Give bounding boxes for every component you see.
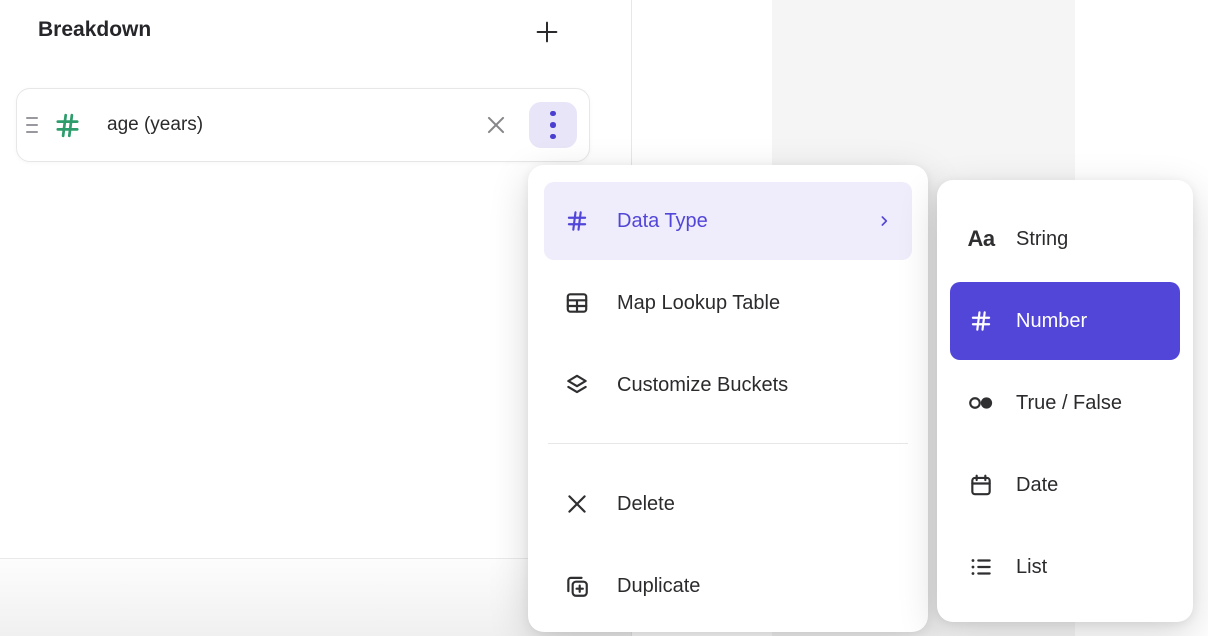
submenu-item-number[interactable]: Number [950, 282, 1180, 360]
close-icon [483, 112, 509, 138]
menu-item-delete[interactable]: Delete [544, 465, 912, 543]
add-breakdown-button[interactable] [530, 15, 564, 49]
boolean-circles-icon [965, 390, 997, 416]
menu-item-label: Duplicate [617, 575, 700, 598]
submenu-item-label: Number [1016, 310, 1087, 333]
menu-item-label: Delete [617, 493, 675, 516]
string-aa-icon: Aa [965, 226, 997, 252]
copy-plus-icon [564, 573, 590, 599]
submenu-item-list[interactable]: List [950, 528, 1180, 606]
menu-divider [548, 443, 908, 444]
submenu-item-date[interactable]: Date [950, 446, 1180, 524]
data-type-submenu: Aa String Number True / False Date List [937, 180, 1193, 622]
menu-item-data-type[interactable]: Data Type [544, 182, 912, 260]
field-more-options-button[interactable] [529, 102, 577, 148]
submenu-item-true-false[interactable]: True / False [950, 364, 1180, 442]
menu-item-label: Customize Buckets [617, 374, 788, 397]
menu-item-map-lookup-table[interactable]: Map Lookup Table [544, 264, 912, 342]
submenu-item-label: Date [1016, 474, 1058, 497]
hash-icon [564, 208, 590, 234]
menu-item-label: Data Type [617, 210, 708, 233]
chevron-right-icon [876, 213, 892, 229]
submenu-item-label: True / False [1016, 392, 1122, 415]
menu-item-label: Map Lookup Table [617, 292, 780, 315]
calendar-icon [965, 472, 997, 498]
page-title: Breakdown [38, 18, 151, 42]
remove-field-button[interactable] [481, 110, 511, 140]
submenu-item-label: String [1016, 228, 1068, 251]
field-label: age (years) [107, 114, 203, 136]
dots-vertical-icon [550, 111, 556, 117]
menu-item-duplicate[interactable]: Duplicate [544, 547, 912, 625]
field-context-menu: Data Type Map Lookup Table Customize Buc… [528, 165, 928, 632]
x-icon [564, 491, 590, 517]
breakdown-field-card[interactable]: age (years) [16, 88, 590, 162]
list-icon [965, 554, 997, 580]
number-hash-icon [52, 110, 83, 141]
submenu-item-string[interactable]: Aa String [950, 200, 1180, 278]
submenu-item-label: List [1016, 556, 1047, 579]
hash-icon [965, 308, 997, 334]
stack-layers-icon [564, 372, 590, 398]
table-icon [564, 290, 590, 316]
menu-item-customize-buckets[interactable]: Customize Buckets [544, 346, 912, 424]
plus-icon [532, 17, 562, 47]
drag-handle-icon[interactable] [24, 111, 40, 139]
